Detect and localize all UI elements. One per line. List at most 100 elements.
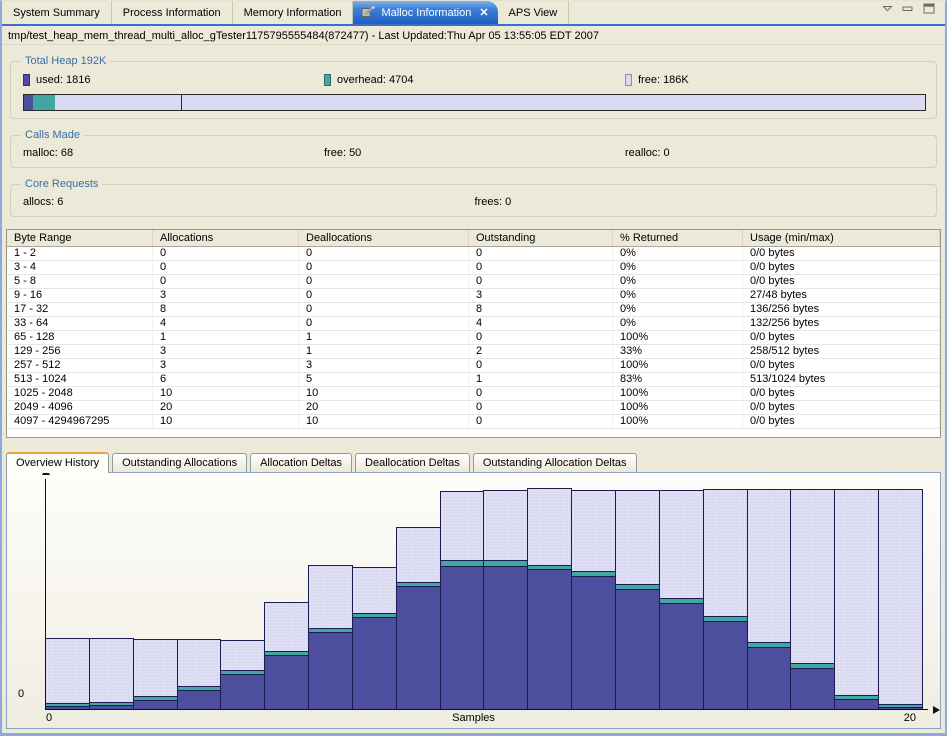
table-row[interactable]: 3 - 40000%0/0 bytes xyxy=(7,261,940,275)
used-segment xyxy=(835,699,878,709)
chart-bar-sample-5 xyxy=(220,640,265,709)
tab-system-summary[interactable]: System Summary xyxy=(2,1,112,24)
minimize-icon[interactable] xyxy=(902,4,914,13)
table-cell: 0% xyxy=(613,289,743,302)
table-row[interactable]: 513 - 102465183%513/1024 bytes xyxy=(7,373,940,387)
chart-tab-outstanding-allocation-deltas[interactable]: Outstanding Allocation Deltas xyxy=(473,453,637,472)
close-icon[interactable]: ✕ xyxy=(479,6,488,19)
table-cell: 0 xyxy=(469,247,613,260)
group-total-heap: Total Heap 192K used: 1816overhead: 4704… xyxy=(10,61,937,119)
view-menu-icon[interactable] xyxy=(882,5,893,12)
table-row[interactable]: 33 - 644040%132/256 bytes xyxy=(7,317,940,331)
free-segment xyxy=(265,603,308,651)
chart-tab-outstanding-allocations[interactable]: Outstanding Allocations xyxy=(112,453,247,472)
used-segment xyxy=(397,586,440,709)
table-cell: 0 xyxy=(469,275,613,288)
chart-bar-sample-13 xyxy=(571,490,616,709)
tab-aps-view[interactable]: APS View xyxy=(498,1,570,24)
chart-panel: 0 0 Samples 20 xyxy=(6,472,941,729)
tab-label: Malloc Information xyxy=(381,7,471,19)
malloc-information-view: System SummaryProcess Information Memory … xyxy=(0,0,947,736)
table-cell: 1 xyxy=(153,331,299,344)
table-cell: 100% xyxy=(613,387,743,400)
core-requests-stats: allocs: 6frees: 0 xyxy=(23,194,926,209)
tab-memory-information[interactable]: Memory Information xyxy=(233,1,354,24)
header-cell-usage-min-max[interactable]: Usage (min/max) xyxy=(743,230,940,246)
calls-made-group-title: Calls Made xyxy=(21,129,84,141)
table-cell: 0/0 bytes xyxy=(743,331,940,344)
y-axis-tick-0: 0 xyxy=(18,688,24,700)
table-row[interactable]: 2049 - 409620200100%0/0 bytes xyxy=(7,401,940,415)
view-tab-bar: System SummaryProcess Information Memory … xyxy=(2,1,945,26)
heap-bar-band-divider xyxy=(181,95,182,110)
header-cell-returned[interactable]: % Returned xyxy=(613,230,743,246)
tab-label: Memory Information xyxy=(244,7,342,19)
stat-malloc: malloc: 68 xyxy=(23,147,324,159)
table-cell: 513/1024 bytes xyxy=(743,373,940,386)
table-cell: 0 xyxy=(469,331,613,344)
table-cell: 0% xyxy=(613,261,743,274)
table-row[interactable]: 9 - 163030%27/48 bytes xyxy=(7,289,940,303)
legend-swatch-overhead xyxy=(324,74,331,86)
chart-bar-sample-6 xyxy=(264,602,309,709)
header-cell-allocations[interactable]: Allocations xyxy=(153,230,299,246)
used-segment xyxy=(441,566,484,709)
used-segment xyxy=(748,647,791,709)
table-cell: 0 xyxy=(299,247,469,260)
table-row[interactable]: 65 - 128110100%0/0 bytes xyxy=(7,331,940,345)
table-cell: 8 xyxy=(469,303,613,316)
table-row[interactable]: 1 - 20000%0/0 bytes xyxy=(7,247,940,261)
table-cell: 258/512 bytes xyxy=(743,345,940,358)
table-cell: 0% xyxy=(613,247,743,260)
stat-realloc: realloc: 0 xyxy=(625,147,926,159)
tab-label: APS View xyxy=(509,7,558,19)
table-cell: 1 xyxy=(299,345,469,358)
legend-label-overhead: overhead: 4704 xyxy=(337,74,413,86)
header-cell-byte-range[interactable]: Byte Range xyxy=(7,230,153,246)
table-cell: 8 xyxy=(153,303,299,316)
tab-process-information[interactable]: Process Information xyxy=(112,1,233,24)
tab-malloc-information[interactable]: Malloc Information ✕ xyxy=(353,1,497,24)
chart-bar-sample-3 xyxy=(133,639,178,709)
x-axis-tick-20: 20 xyxy=(904,712,916,724)
legend-item-used: used: 1816 xyxy=(23,74,324,86)
chart-bar-sample-19 xyxy=(834,489,879,709)
table-cell: 100% xyxy=(613,415,743,428)
table-cell: 0 xyxy=(469,401,613,414)
table-row[interactable]: 257 - 512330100%0/0 bytes xyxy=(7,359,940,373)
chart-tab-overview-history[interactable]: Overview History xyxy=(6,452,109,473)
header-cell-outstanding[interactable]: Outstanding xyxy=(469,230,613,246)
table-cell: 2 xyxy=(469,345,613,358)
chart-bar-sample-1 xyxy=(45,638,90,709)
maximize-icon[interactable] xyxy=(923,3,935,14)
table-cell: 33% xyxy=(613,345,743,358)
table-cell: 4 xyxy=(153,317,299,330)
table-cell: 3 xyxy=(299,359,469,372)
free-segment xyxy=(90,639,133,702)
free-segment xyxy=(572,491,615,571)
used-segment xyxy=(660,603,703,709)
group-core-requests: Core Requests allocs: 6frees: 0 xyxy=(10,184,937,217)
chart-tab-allocation-deltas[interactable]: Allocation Deltas xyxy=(250,453,352,472)
table-row[interactable]: 129 - 25631233%258/512 bytes xyxy=(7,345,940,359)
table-cell: 100% xyxy=(613,331,743,344)
chart-bar-sample-17 xyxy=(747,489,792,709)
table-cell: 1 - 2 xyxy=(7,247,153,260)
free-segment xyxy=(879,490,922,704)
table-row[interactable]: 5 - 80000%0/0 bytes xyxy=(7,275,940,289)
used-segment xyxy=(309,632,352,709)
table-row[interactable]: 4097 - 429496729510100100%0/0 bytes xyxy=(7,415,940,429)
table-cell: 0% xyxy=(613,275,743,288)
table-row[interactable]: 17 - 328080%136/256 bytes xyxy=(7,303,940,317)
header-cell-deallocations[interactable]: Deallocations xyxy=(299,230,469,246)
table-cell: 0 xyxy=(299,317,469,330)
table-cell: 0/0 bytes xyxy=(743,387,940,400)
x-axis-tick-0: 0 xyxy=(46,712,52,724)
chart-bar-sample-9 xyxy=(396,527,441,709)
table-row[interactable]: 1025 - 204810100100%0/0 bytes xyxy=(7,387,940,401)
legend-item-overhead: overhead: 4704 xyxy=(324,74,625,86)
chart-tab-deallocation-deltas[interactable]: Deallocation Deltas xyxy=(355,453,470,472)
resource-path-header: tmp/test_heap_mem_thread_multi_alloc_gTe… xyxy=(2,26,945,45)
free-segment xyxy=(484,491,527,560)
table-cell: 10 xyxy=(299,387,469,400)
